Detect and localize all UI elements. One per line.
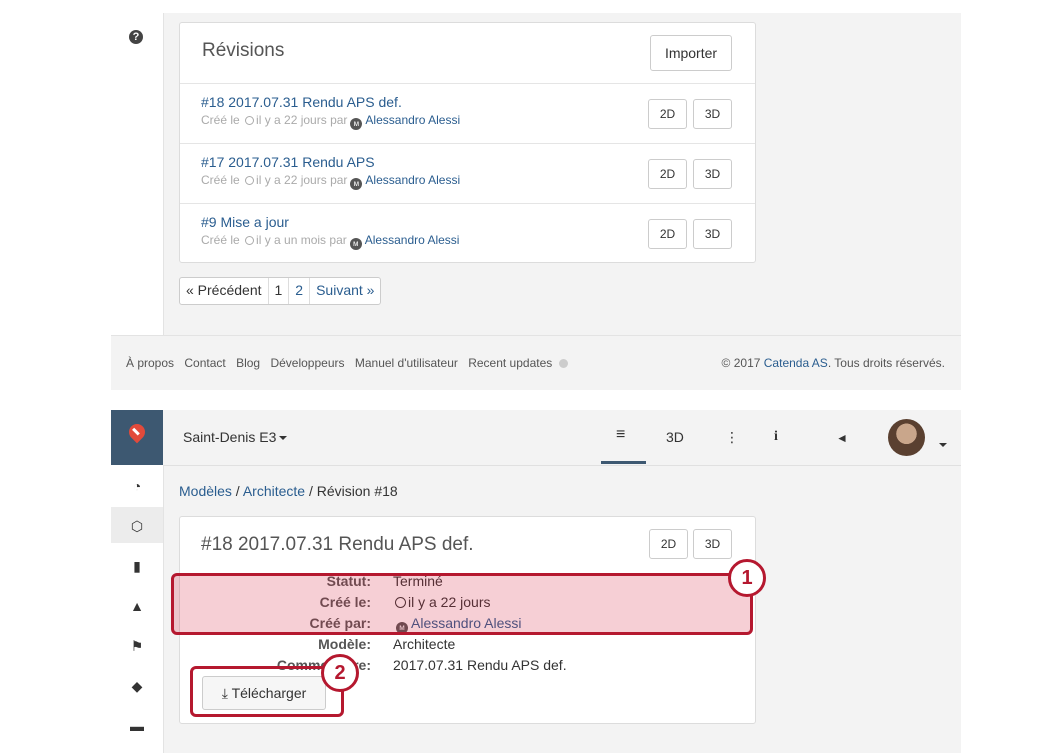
view-2d-button[interactable]: 2D (649, 529, 688, 559)
view-3d-button[interactable]: 3D (693, 219, 732, 249)
warning-icon[interactable]: ▲ (129, 598, 145, 614)
page-1-button[interactable]: 1 (269, 278, 290, 304)
model-label: Modèle: (318, 636, 371, 652)
help-icon[interactable]: ? (129, 30, 143, 44)
created-prefix: Créé le (201, 233, 240, 247)
copyright: © 2017 Catenda AS. Tous droits réservés. (722, 356, 945, 370)
comment-value: 2017.07.31 Rendu APS def. (393, 657, 567, 673)
revisions-panel: Révisions Importer #18 2017.07.31 Rendu … (179, 22, 756, 263)
footer-link-manual[interactable]: Manuel d'utilisateur (355, 356, 458, 370)
tree-icon[interactable]: ⋮ (725, 429, 739, 446)
author-link[interactable]: Alessandro Alessi (365, 173, 460, 187)
revision-meta: Créé le il y a un mois par ᴍ Alessandro Al… (201, 233, 459, 250)
footer-link-about[interactable]: À propos (126, 356, 174, 370)
top-navigation: Saint-Denis E3 ≡ 3D ⋮ i ◄ (163, 410, 961, 466)
breadcrumb-separator: / (231, 483, 243, 499)
avatar[interactable] (888, 419, 925, 456)
clock-icon (245, 176, 255, 185)
revision-link[interactable]: #17 2017.07.31 Rendu APS (201, 154, 375, 170)
revision-link[interactable]: #18 2017.07.31 Rendu APS def. (201, 94, 402, 110)
dashboard-icon[interactable]: ◔ (129, 478, 145, 494)
list-item: #18 2017.07.31 Rendu APS def. Créé le il… (180, 83, 755, 144)
created-prefix: Créé le (201, 173, 240, 187)
highlight-created-info (171, 573, 753, 635)
user-avatar-icon: ᴍ (349, 238, 362, 250)
list-item: #17 2017.07.31 Rendu APS Créé le il y a … (180, 143, 755, 204)
pagination: « Précédent 1 2 Suivant » (179, 277, 382, 305)
footer: À propos Contact Blog Développeurs Manue… (111, 335, 961, 391)
breadcrumb-architect[interactable]: Architecte (243, 483, 305, 499)
view-3d-button[interactable]: 3D (693, 529, 732, 559)
breadcrumb-separator: / (305, 483, 317, 499)
by-label: par (330, 113, 348, 127)
user-avatar-icon: ᴍ (350, 118, 363, 130)
app-sidebar: ◔ ⬡ ▮ ▲ ⚑ ◆ ▬ (111, 410, 164, 753)
footer-link-updates[interactable]: Recent updates (468, 356, 552, 370)
page-title: #18 2017.07.31 Rendu APS def. (201, 534, 474, 555)
footer-link-contact[interactable]: Contact (184, 356, 225, 370)
revision-meta: Créé le il y a 22 jours par ᴍ Alessandro A… (201, 173, 460, 190)
info-icon[interactable]: i (774, 429, 778, 445)
breadcrumb-current: Révision #18 (316, 483, 398, 499)
by-label: par (329, 233, 347, 247)
caret-down-icon (279, 436, 288, 440)
footer-link-developers[interactable]: Développeurs (270, 356, 344, 370)
flag-icon[interactable]: ⚑ (129, 638, 145, 654)
project-selector[interactable]: Saint-Denis E3 (183, 429, 288, 445)
sidebar-strip: ? (111, 13, 164, 335)
created-time: il y a 22 jours (256, 173, 327, 187)
tab-3d[interactable]: 3D (666, 429, 684, 445)
model-link[interactable]: Architecte (393, 636, 455, 652)
by-label: par (330, 173, 348, 187)
author-link[interactable]: Alessandro Alessi (365, 113, 460, 127)
author-link[interactable]: Alessandro Alessi (365, 233, 460, 247)
status-dot-icon (559, 359, 569, 368)
view-2d-button[interactable]: 2D (648, 219, 687, 249)
created-time: il y a un mois (256, 233, 327, 247)
project-name: Saint-Denis E3 (183, 429, 277, 445)
next-page-button[interactable]: Suivant » (310, 278, 380, 304)
breadcrumb-models[interactable]: Modèles (179, 483, 232, 499)
map-pin-icon (125, 420, 149, 444)
company-link[interactable]: Catenda AS (764, 356, 828, 370)
view-2d-button[interactable]: 2D (648, 99, 687, 129)
active-tab-indicator (601, 461, 646, 464)
clock-icon (245, 236, 255, 245)
view-2d-button[interactable]: 2D (648, 159, 687, 189)
page-2-button[interactable]: 2 (289, 278, 311, 304)
megaphone-icon[interactable]: ◄ (836, 431, 848, 445)
revision-link[interactable]: #9 Mise a jour (201, 214, 289, 230)
copyright-text: . Tous droits réservés. (827, 356, 945, 370)
annotation-badge-1: 1 (728, 559, 766, 597)
cube-icon[interactable]: ⬡ (129, 518, 145, 534)
clock-icon (245, 116, 255, 125)
prev-page-button[interactable]: « Précédent (180, 278, 269, 304)
list-view-icon[interactable]: ≡ (616, 426, 625, 444)
revision-meta: Créé le il y a 22 jours par ᴍ Alessandro A… (201, 113, 460, 130)
tags-icon[interactable]: ◆ (129, 678, 145, 694)
view-3d-button[interactable]: 3D (693, 159, 732, 189)
breadcrumb: Modèles / Architecte / Révision #18 (179, 483, 398, 499)
footer-links: À propos Contact Blog Développeurs Manue… (126, 356, 575, 370)
footer-link-blog[interactable]: Blog (236, 356, 260, 370)
created-prefix: Créé le (201, 113, 240, 127)
import-button[interactable]: Importer (650, 35, 732, 71)
user-avatar-icon: ᴍ (350, 178, 363, 190)
list-item: #9 Mise a jour Créé le il y a un mois pa… (180, 203, 755, 264)
annotation-badge-2: 2 (321, 654, 359, 692)
brand-logo[interactable] (111, 410, 163, 465)
view-3d-button[interactable]: 3D (693, 99, 732, 129)
copyright-year: © 2017 (721, 356, 761, 370)
caret-down-icon (939, 443, 947, 447)
folder-icon[interactable]: ▬ (129, 718, 145, 734)
created-time: il y a 22 jours (256, 113, 327, 127)
bookmark-icon[interactable]: ▮ (129, 558, 145, 574)
revisions-page-screenshot: ? Révisions Importer #18 2017.07.31 Rend… (111, 13, 961, 390)
panel-title: Révisions (202, 40, 285, 61)
user-menu-caret[interactable] (936, 436, 947, 452)
